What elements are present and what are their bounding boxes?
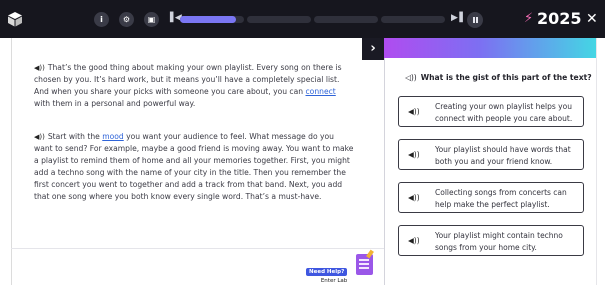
- progress-segment[interactable]: [180, 16, 244, 23]
- lightning-bolt-icon: ⚡: [524, 11, 534, 26]
- passage-paragraph: ◀)) Start with the mood you want your aud…: [34, 132, 354, 202]
- info-icon: i: [100, 15, 103, 24]
- progress-segment[interactable]: [247, 16, 311, 23]
- info-button[interactable]: i: [94, 12, 109, 27]
- notebook-icon[interactable]: [356, 254, 373, 275]
- answer-option[interactable]: ◀)) Creating your own playlist helps you…: [398, 96, 584, 127]
- progress-fill: [180, 16, 237, 23]
- settings-button[interactable]: ⚙: [119, 12, 134, 27]
- skip-previous-icon[interactable]: ▌◀: [170, 13, 182, 23]
- chevron-right-icon[interactable]: ›: [362, 38, 384, 60]
- score-counter: 2025: [537, 9, 582, 28]
- speaker-icon[interactable]: ◀)): [408, 107, 420, 116]
- cube-logo-icon: [8, 12, 22, 27]
- skip-next-icon[interactable]: ▶▐: [451, 13, 463, 23]
- divider: [11, 248, 384, 249]
- progress-segment[interactable]: [314, 16, 378, 23]
- question-header-gradient: [384, 38, 596, 58]
- vocab-link-connect[interactable]: connect: [306, 87, 336, 96]
- window-edge: [596, 38, 605, 285]
- pause-button[interactable]: [467, 12, 483, 28]
- answer-option[interactable]: ◀)) Collecting songs from concerts can h…: [398, 182, 584, 213]
- gear-icon: ⚙: [122, 15, 131, 24]
- question-prompt: ◁)) What is the gist of this part of the …: [405, 73, 592, 82]
- top-bar: i ⚙ ▣ ▌◀ ▶▐ ⚡ 2025 ✕: [0, 0, 605, 38]
- passage-paragraph: ◀)) That’s the good thing about making yo…: [34, 63, 342, 109]
- vocab-link-mood[interactable]: mood: [102, 132, 124, 141]
- app-frame: i ⚙ ▣ ▌◀ ▶▐ ⚡ 2025 ✕ › ◀)) That’s the goo…: [0, 0, 605, 285]
- speaker-icon[interactable]: ◀)): [34, 133, 45, 141]
- speaker-icon[interactable]: ◁)): [405, 73, 417, 82]
- answer-option[interactable]: ◀)) Your playlist should have words that…: [398, 139, 584, 170]
- close-icon[interactable]: ✕: [586, 11, 598, 27]
- progress-segment[interactable]: [381, 16, 445, 23]
- answer-option[interactable]: ◀)) Your playlist might contain techno s…: [398, 225, 584, 256]
- captions-button[interactable]: ▣: [144, 12, 159, 27]
- captions-icon: ▣: [147, 15, 156, 24]
- speaker-icon[interactable]: ◀)): [34, 64, 45, 72]
- speaker-icon[interactable]: ◀)): [408, 236, 420, 245]
- help-lab-button[interactable]: Need Help? Enter Lab: [306, 258, 348, 284]
- speaker-icon[interactable]: ◀)): [408, 193, 420, 202]
- speaker-icon[interactable]: ◀)): [408, 150, 420, 159]
